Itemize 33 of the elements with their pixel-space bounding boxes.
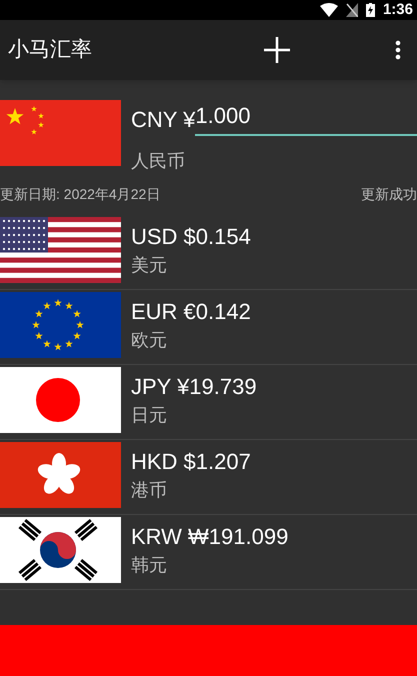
hong-kong-flag-icon [0,442,121,508]
base-currency-code: CNY ¥ [131,106,196,134]
japan-flag-icon [0,367,121,433]
update-date: 更新日期: 2022年4月22日 [0,184,160,204]
more-icon [395,39,401,61]
currency-name: 韩元 [131,554,168,577]
amount-field[interactable]: 1.000 [195,100,417,136]
update-status: 更新成功 [361,184,417,204]
currency-name: 日元 [131,404,168,427]
currency-name: 欧元 [131,329,168,352]
wifi-icon [320,3,338,17]
app-title: 小马汇率 [8,37,93,64]
battery-charging-icon [366,3,375,17]
china-flag-icon [0,100,121,166]
currency-row[interactable]: EUR €0.142 欧元 [0,290,417,365]
korea-flag-icon [0,517,121,583]
currency-row[interactable]: JPY ¥19.739 日元 [0,365,417,440]
currency-row[interactable]: HKD $1.207 港币 [0,440,417,515]
usa-flag-icon [0,217,121,283]
currency-rate: JPY ¥19.739 [131,373,257,401]
currency-name: 港币 [131,479,168,502]
currency-rate: KRW ₩191.099 [131,523,288,551]
currency-row[interactable]: USD $0.154 美元 [0,215,417,290]
currency-row[interactable]: KRW ₩191.099 韩元 [0,515,417,590]
plus-icon [262,35,292,65]
base-currency-name: 人民币 [131,150,186,173]
no-signal-icon [346,3,358,17]
currency-name: 美元 [131,254,168,277]
currency-rate: USD $0.154 [131,223,251,251]
currency-rate: HKD $1.207 [131,448,251,476]
eu-flag-icon [0,292,121,358]
status-time: 1:36 [382,0,413,20]
currency-rate: EUR €0.142 [131,298,251,326]
